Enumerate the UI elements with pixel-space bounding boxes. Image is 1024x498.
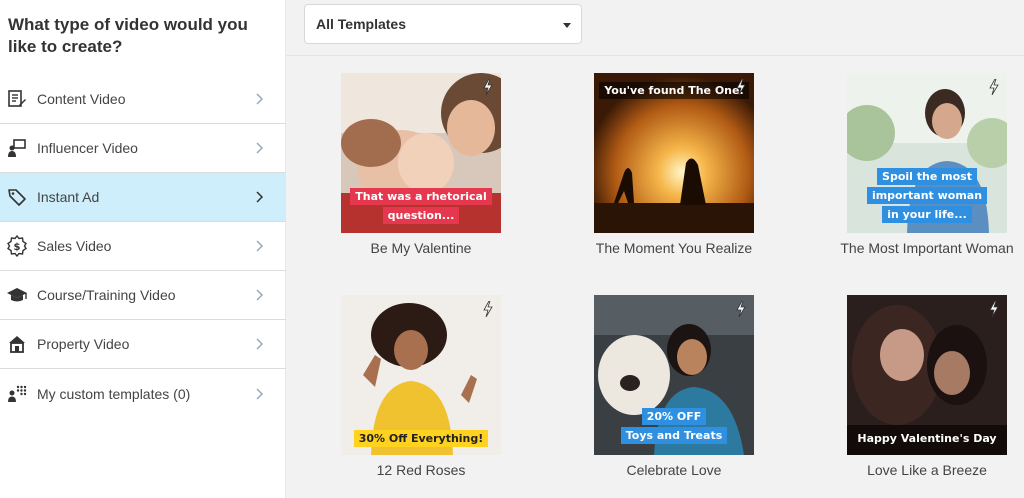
template-caption: 30% Off Everything! bbox=[341, 429, 501, 448]
chevron-right-icon bbox=[256, 338, 264, 350]
caption-line: 20% OFF bbox=[641, 408, 707, 425]
template-title: The Most Important Woman bbox=[840, 240, 1014, 256]
house-icon bbox=[6, 333, 28, 355]
chevron-right-icon bbox=[256, 289, 264, 301]
custom-templates-icon bbox=[6, 383, 28, 405]
caret-down-icon bbox=[563, 23, 571, 28]
caption-line: Happy Valentine's Day bbox=[857, 432, 997, 445]
dollar-badge-icon: $ bbox=[6, 235, 28, 257]
sidebar-item-instant-ad[interactable]: Instant Ad bbox=[0, 173, 286, 222]
template-title: Be My Valentine bbox=[370, 240, 472, 256]
template-caption: Spoil the most important woman in your l… bbox=[847, 167, 1007, 224]
template-thumbnail: That was a rhetorical question... bbox=[341, 73, 501, 233]
sidebar-item-label: Sales Video bbox=[37, 238, 112, 254]
sidebar-item-influencer-video[interactable]: Influencer Video bbox=[0, 124, 286, 173]
template-thumbnail: 30% Off Everything! bbox=[341, 295, 501, 455]
template-thumbnail: 20% OFF Toys and Treats bbox=[594, 295, 754, 455]
sidebar-item-sales-video[interactable]: $ Sales Video bbox=[0, 222, 286, 271]
lightning-icon bbox=[989, 301, 999, 317]
lightning-icon bbox=[483, 301, 493, 317]
caption-line: That was a rhetorical bbox=[350, 188, 492, 205]
sidebar-item-label: My custom templates (0) bbox=[37, 385, 191, 402]
template-caption: That was a rhetorical question... bbox=[341, 187, 501, 225]
lightning-icon bbox=[483, 79, 493, 95]
caption-line: Toys and Treats bbox=[620, 427, 728, 444]
chevron-right-icon bbox=[256, 387, 264, 400]
sidebar-item-label: Instant Ad bbox=[37, 189, 100, 205]
caption-line: in your life... bbox=[882, 206, 972, 223]
sidebar-item-label: Course/Training Video bbox=[37, 287, 176, 303]
template-title: Celebrate Love bbox=[626, 462, 722, 478]
template-grid: That was a rhetorical question... Be My … bbox=[286, 56, 1024, 498]
filter-bar: All Templates bbox=[286, 0, 1024, 56]
caption-line: question... bbox=[382, 207, 460, 224]
chevron-right-icon bbox=[256, 93, 264, 105]
video-type-list: Content Video Influencer Video Instant A… bbox=[0, 75, 286, 418]
caption-line: important woman bbox=[866, 187, 988, 204]
lightning-icon bbox=[736, 301, 746, 317]
sidebar-item-content-video[interactable]: Content Video bbox=[0, 75, 286, 124]
caption-line: Spoil the most bbox=[877, 168, 977, 185]
template-thumbnail: You've found The One. bbox=[594, 73, 754, 233]
sidebar-item-label: Content Video bbox=[37, 91, 126, 107]
template-caption: Happy Valentine's Day bbox=[847, 429, 1007, 448]
template-filter-dropdown[interactable]: All Templates bbox=[304, 4, 582, 44]
presenter-icon bbox=[6, 137, 28, 159]
video-type-sidebar: What type of video would you like to cre… bbox=[0, 0, 286, 498]
template-title: The Moment You Realize bbox=[595, 240, 753, 256]
document-edit-icon bbox=[6, 88, 28, 110]
sidebar-item-label: Property Video bbox=[37, 336, 130, 352]
template-title: Love Like a Breeze bbox=[867, 462, 987, 478]
lightning-icon bbox=[736, 79, 746, 95]
sidebar-item-label: Influencer Video bbox=[37, 140, 138, 156]
caption-line: 30% Off Everything! bbox=[353, 430, 489, 447]
graduation-cap-icon bbox=[6, 284, 28, 306]
sidebar-item-custom-templates[interactable]: My custom templates (0) bbox=[0, 369, 286, 418]
template-thumbnail: Spoil the most important woman in your l… bbox=[847, 73, 1007, 233]
app-root: What type of video would you like to cre… bbox=[0, 0, 1024, 498]
template-gallery: All Templates That was a rhetorical ques… bbox=[286, 0, 1024, 498]
template-caption: 20% OFF Toys and Treats bbox=[594, 407, 754, 445]
sidebar-title: What type of video would you like to cre… bbox=[8, 15, 248, 56]
template-caption: You've found The One. bbox=[594, 81, 754, 100]
template-thumbnail: Happy Valentine's Day bbox=[847, 295, 1007, 455]
caption-line: You've found The One. bbox=[599, 82, 749, 99]
template-title: 12 Red Roses bbox=[376, 462, 466, 478]
tag-icon bbox=[6, 186, 28, 208]
lightning-icon bbox=[989, 79, 999, 95]
sidebar-item-property-video[interactable]: Property Video bbox=[0, 320, 286, 369]
template-filter-value: All Templates bbox=[316, 16, 406, 32]
chevron-right-icon bbox=[256, 142, 264, 154]
svg-text:$: $ bbox=[14, 242, 21, 253]
chevron-right-icon bbox=[256, 240, 264, 252]
chevron-right-icon bbox=[256, 191, 264, 203]
sidebar-item-course-training-video[interactable]: Course/Training Video bbox=[0, 271, 286, 320]
